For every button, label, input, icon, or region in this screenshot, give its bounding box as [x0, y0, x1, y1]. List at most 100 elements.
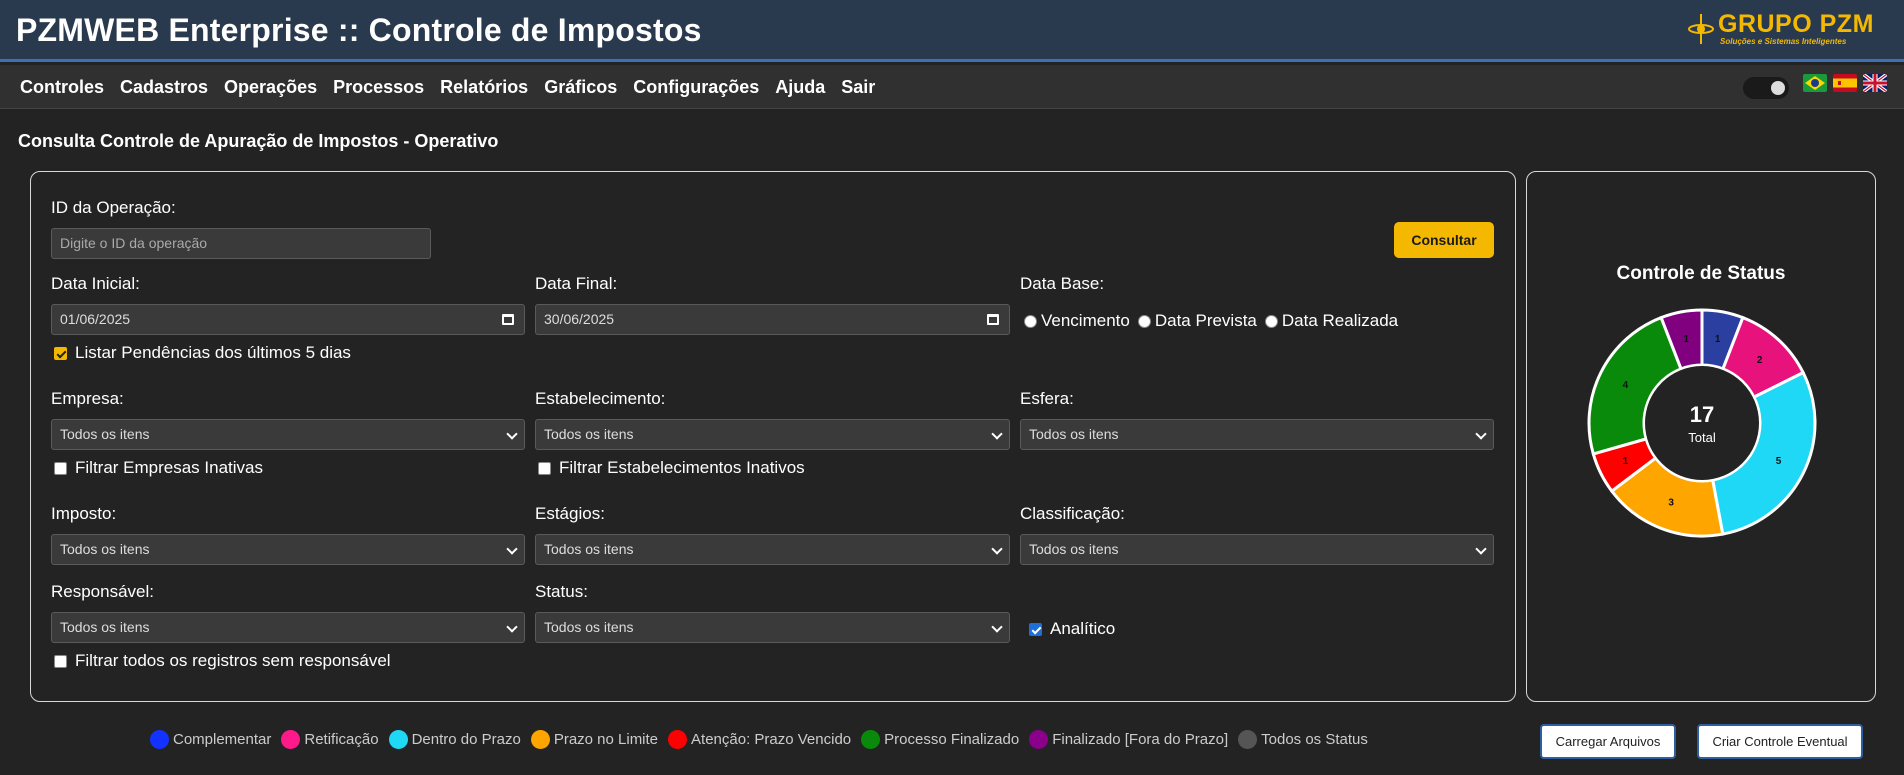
analytic-label: Analítico [1050, 619, 1116, 638]
end-date-label: Data Final: [535, 274, 618, 293]
legend-label: Atenção: Prazo Vencido [691, 731, 852, 748]
radio-data-prevista[interactable] [1137, 314, 1151, 328]
menu-item-processos[interactable]: Processos [333, 77, 424, 98]
company-logo: GRUPO PZM Soluções e Sistemas Inteligent… [1686, 10, 1884, 52]
donut-slice-label: 1 [1623, 456, 1629, 467]
donut-slice-label: 5 [1776, 456, 1782, 467]
start-date-label: Data Inicial: [51, 274, 140, 293]
app-title: PZMWEB Enterprise :: Controle de Imposto… [16, 12, 702, 48]
classification-select[interactable]: Todos os itens [1020, 534, 1494, 565]
menu-item-relatorios[interactable]: Relatórios [440, 77, 528, 98]
tax-select[interactable]: Todos os itens [51, 534, 525, 565]
chevron-down-icon [1475, 428, 1487, 440]
chart-title: Controle de Status [1616, 263, 1786, 284]
base-date-options: Vencimento Data Prevista Data Realizada [1024, 311, 1398, 331]
radio-data-realizada[interactable] [1264, 314, 1278, 328]
establishment-select-value: Todos os itens [544, 426, 634, 442]
uk-flag-icon[interactable] [1863, 74, 1887, 92]
legend-item[interactable]: Todos os Status [1238, 730, 1368, 749]
theme-toggle[interactable] [1743, 77, 1789, 99]
main-menu: Controles Cadastros Operações Processos … [20, 77, 875, 98]
stages-select[interactable]: Todos os itens [535, 534, 1010, 565]
chevron-down-icon [1475, 543, 1487, 555]
calendar-icon[interactable] [502, 314, 514, 325]
operation-id-input[interactable]: Digite o ID da operação [51, 228, 431, 259]
create-control-button[interactable]: Criar Controle Eventual [1697, 724, 1863, 759]
calendar-icon[interactable] [987, 314, 999, 325]
legend-item[interactable]: Processo Finalizado [861, 730, 1019, 749]
establishment-select[interactable]: Todos os itens [535, 419, 1010, 450]
tax-select-value: Todos os itens [60, 541, 150, 557]
legend-label: Finalizado [Fora do Prazo] [1052, 731, 1229, 748]
menu-item-configuracoes[interactable]: Configurações [633, 77, 759, 98]
stages-label: Estágios: [535, 504, 605, 523]
chevron-down-icon [506, 621, 518, 633]
inactive-establishments-checkbox[interactable] [538, 461, 551, 475]
brazil-flag-icon[interactable] [1803, 74, 1827, 92]
end-date-input[interactable]: 30/06/2025 [535, 304, 1010, 335]
legend-item[interactable]: Retificação [281, 730, 379, 749]
company-select-value: Todos os itens [60, 426, 150, 442]
inactive-companies-checkbox[interactable] [54, 461, 67, 475]
chevron-down-icon [506, 428, 518, 440]
legend-color-dot [668, 730, 688, 749]
legend-color-dot [861, 730, 881, 749]
start-date-input[interactable]: 01/06/2025 [51, 304, 525, 335]
legend-label: Prazo no Limite [553, 731, 659, 748]
donut-total-label: Total [1688, 430, 1716, 445]
logo-brand: GRUPO PZM [1718, 10, 1874, 38]
sphere-select-value: Todos os itens [1029, 426, 1119, 442]
status-chart-panel: Controle de Status 1 2 5 3 1 4 1 17 Total [1526, 171, 1876, 702]
toggle-knob [1771, 81, 1785, 95]
no-responsible-checkbox[interactable] [54, 654, 67, 668]
classification-label: Classificação: [1020, 504, 1125, 523]
legend-item[interactable]: Prazo no Limite [530, 730, 659, 749]
menu-item-ajuda[interactable]: Ajuda [775, 77, 825, 98]
legend-label: Processo Finalizado [884, 731, 1020, 748]
menu-item-graficos[interactable]: Gráficos [544, 77, 617, 98]
legend-item[interactable]: Finalizado [Fora do Prazo] [1029, 730, 1228, 749]
legend-label: Todos os Status [1261, 731, 1368, 748]
menu-item-operacoes[interactable]: Operações [224, 77, 317, 98]
legend-item[interactable]: Dentro do Prazo [388, 730, 521, 749]
status-select-value: Todos os itens [544, 619, 634, 635]
legend-item[interactable]: Complementar [150, 730, 271, 749]
upload-files-button[interactable]: Carregar Arquivos [1540, 724, 1676, 759]
menu-item-sair[interactable]: Sair [841, 77, 875, 98]
top-header: PZMWEB Enterprise :: Controle de Imposto… [0, 0, 1904, 62]
stages-select-value: Todos os itens [544, 541, 634, 557]
spain-flag-icon[interactable] [1833, 74, 1857, 92]
end-date-value: 30/06/2025 [544, 311, 615, 327]
legend-item[interactable]: Atenção: Prazo Vencido [668, 730, 851, 749]
status-select[interactable]: Todos os itens [535, 612, 1010, 643]
radio-data-realizada-label: Data Realizada [1281, 311, 1399, 330]
status-donut-chart: 1 2 5 3 1 4 1 17 Total [1587, 308, 1817, 538]
start-date-value: 01/06/2025 [60, 311, 131, 327]
pending-checkbox-row: Listar Pendências dos últimos 5 dias [54, 343, 351, 363]
analytic-row: Analítico [1029, 619, 1115, 639]
page-title: Consulta Controle de Apuração de Imposto… [18, 131, 499, 151]
legend-color-dot [388, 730, 408, 749]
radio-vencimento-label: Vencimento [1041, 311, 1130, 330]
legend-label: Dentro do Prazo [411, 731, 521, 748]
responsible-select[interactable]: Todos os itens [51, 612, 525, 643]
company-select[interactable]: Todos os itens [51, 419, 525, 450]
analytic-checkbox[interactable] [1029, 622, 1042, 636]
legend-color-dot [150, 730, 169, 749]
language-selector [1803, 74, 1887, 92]
responsible-select-value: Todos os itens [60, 619, 150, 635]
radio-vencimento[interactable] [1024, 314, 1037, 328]
donut-slice-label: 3 [1668, 498, 1674, 509]
menu-item-cadastros[interactable]: Cadastros [120, 77, 208, 98]
inactive-establishments-label: Filtrar Estabelecimentos Inativos [559, 458, 805, 477]
consult-button[interactable]: Consultar [1394, 222, 1494, 258]
classification-select-value: Todos os itens [1029, 541, 1119, 557]
donut-slice-label: 2 [1757, 355, 1763, 366]
pending-checkbox[interactable] [54, 346, 67, 360]
chevron-down-icon [991, 621, 1003, 633]
pending-checkbox-label: Listar Pendências dos últimos 5 dias [75, 343, 351, 362]
logo-tagline: Soluções e Sistemas Inteligentes [1720, 37, 1847, 46]
sphere-select[interactable]: Todos os itens [1020, 419, 1494, 450]
chevron-down-icon [991, 543, 1003, 555]
menu-item-controles[interactable]: Controles [20, 77, 104, 98]
